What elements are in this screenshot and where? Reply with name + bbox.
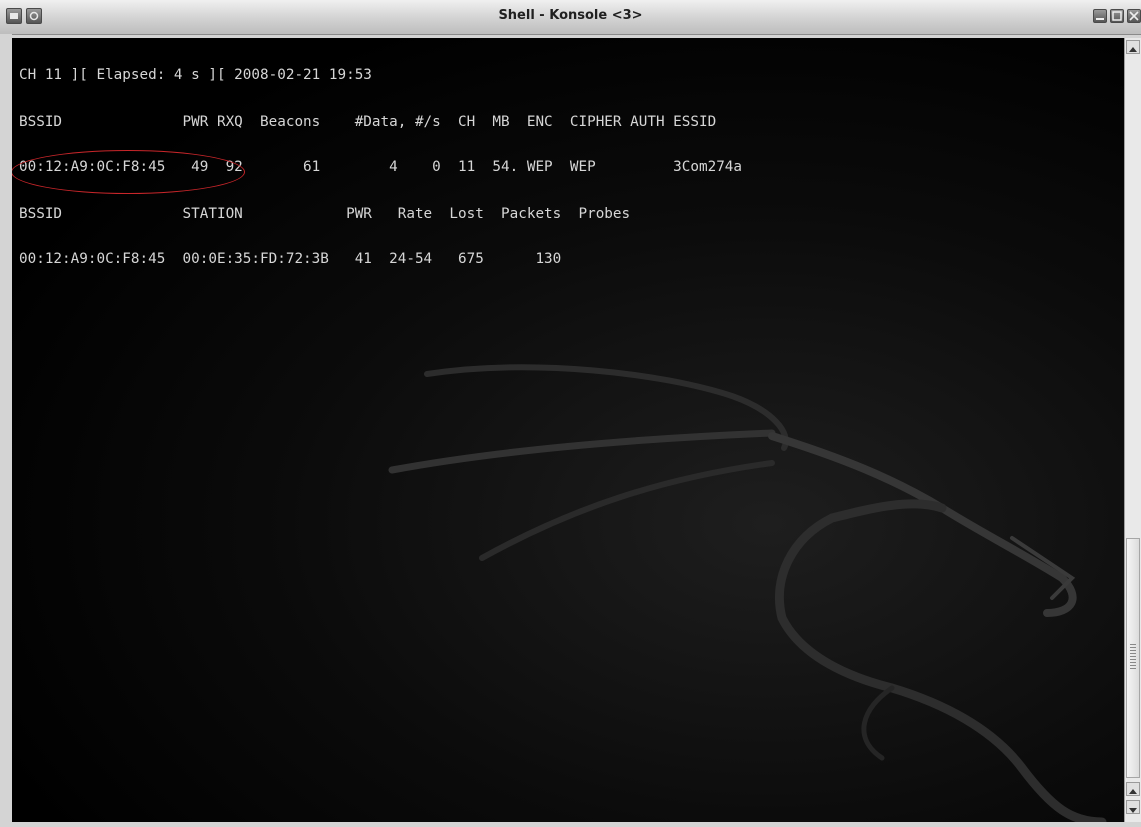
bssid-highlight-ellipse xyxy=(12,150,245,194)
status-line: CH 11 ][ Elapsed: 4 s ][ 2008-02-21 19:5… xyxy=(19,67,372,83)
scroll-up-bottom-icon[interactable] xyxy=(1126,782,1140,796)
grip-icon xyxy=(1130,644,1136,670)
station-header-line: BSSID STATION PWR Rate Lost Packets Prob… xyxy=(19,206,631,222)
window-frame-left xyxy=(0,34,12,827)
maximize-icon[interactable] xyxy=(1110,9,1124,23)
scrollbar-handle[interactable] xyxy=(1126,538,1140,778)
window-frame-bottom xyxy=(0,822,1141,827)
terminal-output[interactable]: CH 11 ][ Elapsed: 4 s ][ 2008-02-21 19:5… xyxy=(12,38,1124,822)
scroll-up-icon[interactable] xyxy=(1126,40,1140,54)
ap-header-line: BSSID PWR RXQ Beacons #Data, #/s CH MB E… xyxy=(19,114,717,130)
vertical-scrollbar[interactable] xyxy=(1124,38,1141,822)
konsole-window: Shell - Konsole <3> CH 11][Elapsed: 4 … xyxy=(0,0,1141,827)
close-icon[interactable] xyxy=(1127,9,1141,23)
scroll-down-icon[interactable] xyxy=(1126,800,1140,814)
minimize-icon[interactable] xyxy=(1093,9,1107,23)
window-title: Shell - Konsole <3> xyxy=(498,8,643,23)
title-bar[interactable]: Shell - Konsole <3> xyxy=(0,0,1141,35)
station-row-line: 00:12:A9:0C:F8:45 00:0E:35:FD:72:3B 41 2… xyxy=(19,251,562,267)
